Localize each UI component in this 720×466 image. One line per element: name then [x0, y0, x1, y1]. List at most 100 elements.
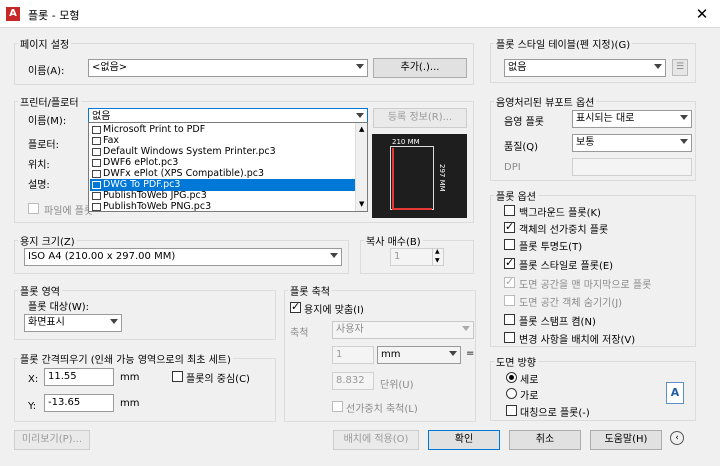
- plot-to-file-label: 파일에 플롯: [44, 206, 94, 217]
- plot-what-label: 플롯 대상(W):: [28, 302, 90, 313]
- dropdown-scrollbar[interactable]: ▲ ▼: [355, 123, 367, 211]
- printer-icon: [92, 181, 101, 189]
- apply-to-layout-button[interactable]: 배치에 적용(O): [333, 430, 419, 450]
- printer-icon: [92, 148, 101, 156]
- scale-lineweights-checkbox[interactable]: [332, 401, 343, 412]
- title-bar: [0, 0, 720, 28]
- paperspace-last-checkbox[interactable]: [504, 275, 515, 288]
- plot-with-styles-checkbox[interactable]: [504, 256, 515, 269]
- window-title: 플롯 - 모형: [28, 9, 80, 22]
- where-label: 위치:: [28, 160, 50, 171]
- chevron-down-icon: [680, 115, 688, 120]
- scale-combo[interactable]: 사용자: [332, 321, 474, 339]
- option-label: 플롯 투명도(T): [519, 242, 583, 253]
- printer-icon: [92, 170, 101, 178]
- page-setup-name-label: 이름(A):: [28, 66, 65, 77]
- plot-transparency-checkbox[interactable]: [504, 239, 515, 250]
- plot-style-combo[interactable]: 없음: [504, 59, 666, 77]
- center-plot-checkbox[interactable]: [172, 371, 183, 382]
- page-setup-name-combo[interactable]: <없음>: [88, 59, 368, 77]
- scroll-up-icon[interactable]: ▲: [359, 126, 364, 133]
- portrait-label: 세로: [520, 375, 539, 386]
- paper-height-label: 297 MM: [438, 164, 446, 192]
- chevron-down-icon: [110, 319, 118, 324]
- plot-scale-title: 플롯 축척: [288, 283, 332, 298]
- option-label: 백그라운드 플롯(K): [519, 208, 601, 219]
- scale-lineweights-label: 선가중치 축척(L): [346, 404, 418, 415]
- quality-label: 품질(Q): [504, 142, 539, 153]
- close-icon[interactable]: ✕: [690, 3, 714, 25]
- plot-lineweights-checkbox[interactable]: [504, 220, 515, 233]
- add-page-setup-button[interactable]: 추가(.)...: [373, 58, 467, 78]
- offset-y-input[interactable]: -13.65: [44, 394, 114, 412]
- option-label: 플롯 스타일로 플롯(E): [519, 261, 614, 272]
- printer-icon: [92, 159, 101, 167]
- offset-x-unit: mm: [120, 372, 140, 383]
- plot-to-file-checkbox[interactable]: [28, 203, 39, 214]
- plot-area-title: 플롯 영역: [18, 283, 62, 298]
- option-label: 플롯 스탬프 켬(N): [519, 317, 596, 328]
- hide-paperspace-checkbox[interactable]: [504, 295, 515, 306]
- copies-title: 복사 매수(B): [364, 233, 423, 248]
- scroll-down-icon[interactable]: ▼: [359, 201, 364, 208]
- fit-to-paper-checkbox[interactable]: [290, 300, 301, 313]
- printer-properties-button[interactable]: 등록 정보(R)...: [373, 108, 467, 128]
- save-changes-checkbox[interactable]: [504, 332, 515, 343]
- landscape-radio[interactable]: [506, 388, 517, 399]
- copies-spinner[interactable]: ▲ ▼: [432, 248, 442, 266]
- shade-plot-combo[interactable]: 표시되는 대로: [572, 110, 692, 128]
- scale-label: 축척: [290, 328, 309, 339]
- dpi-label: DPI: [504, 162, 521, 173]
- scale-value-input[interactable]: 1: [332, 346, 374, 364]
- offset-x-input[interactable]: 11.55: [44, 368, 114, 386]
- scale-units-input[interactable]: 8.832: [332, 372, 374, 390]
- printer-dropdown-list[interactable]: Microsoft Print to PDF Fax Default Windo…: [88, 122, 368, 212]
- shade-plot-label: 음영 플롯: [504, 117, 544, 128]
- landscape-label: 가로: [520, 391, 539, 402]
- description-label: 설명:: [28, 180, 50, 191]
- plot-what-combo[interactable]: 화면표시: [24, 314, 122, 332]
- printer-icon: [92, 192, 101, 200]
- equals-label: =: [466, 348, 475, 359]
- help-button[interactable]: 도움말(H): [590, 430, 662, 450]
- dpi-input[interactable]: [572, 158, 692, 176]
- plotter-label: 플로터:: [28, 140, 59, 151]
- paper-preview: 210 MM 297 MM: [372, 134, 467, 218]
- spin-up-icon[interactable]: ▲: [435, 248, 440, 255]
- paper-width-label: 210 MM: [392, 138, 420, 146]
- printer-icon: [92, 137, 101, 145]
- scale-units-label: 단위(U): [380, 380, 414, 391]
- list-item[interactable]: PublishToWeb PNG.pc3: [90, 201, 355, 213]
- paper-size-combo[interactable]: ISO A4 (210.00 x 297.00 MM): [24, 248, 342, 266]
- orientation-preview-icon: A: [666, 382, 684, 404]
- printer-icon: [92, 126, 101, 134]
- edit-style-icon[interactable]: ☰: [672, 59, 688, 76]
- spin-down-icon[interactable]: ▼: [435, 257, 440, 264]
- option-label: 객체의 선가중치 플롯: [519, 225, 609, 236]
- upside-down-checkbox[interactable]: [506, 405, 517, 416]
- quality-combo[interactable]: 보통: [572, 134, 692, 152]
- chevron-down-icon: [356, 113, 364, 118]
- chevron-down-icon: [356, 64, 364, 69]
- paper-size-title: 용지 크기(Z): [18, 233, 77, 248]
- cancel-button[interactable]: 취소: [509, 430, 581, 450]
- ok-button[interactable]: 확인: [428, 430, 500, 450]
- plot-style-title: 플롯 스타일 테이블(펜 지정)(G): [494, 36, 633, 51]
- printer-icon: [92, 203, 101, 211]
- upside-down-label: 대칭으로 플롯(-): [520, 408, 590, 419]
- margin-marker: [392, 148, 432, 210]
- chevron-down-icon: [449, 351, 457, 356]
- plot-stamp-checkbox[interactable]: [504, 314, 515, 325]
- scale-unit-combo[interactable]: mm: [377, 346, 461, 364]
- background-plot-checkbox[interactable]: [504, 205, 515, 216]
- preview-button[interactable]: 미리보기(P)...: [14, 430, 90, 450]
- chevron-down-icon: [462, 326, 470, 331]
- shaded-title: 음영처리된 뷰포트 옵션: [494, 94, 597, 109]
- printer-title: 프린터/플로터: [18, 94, 81, 109]
- expand-collapse-icon[interactable]: ‹: [670, 431, 684, 445]
- plot-offset-title: 플롯 간격띄우기 (인쇄 가능 영역으로의 최초 세트): [18, 351, 233, 366]
- page-setup-title: 페이지 설정: [18, 36, 72, 51]
- printer-name-label: 이름(M):: [28, 116, 67, 127]
- portrait-radio[interactable]: [506, 372, 517, 383]
- chevron-down-icon: [330, 253, 338, 258]
